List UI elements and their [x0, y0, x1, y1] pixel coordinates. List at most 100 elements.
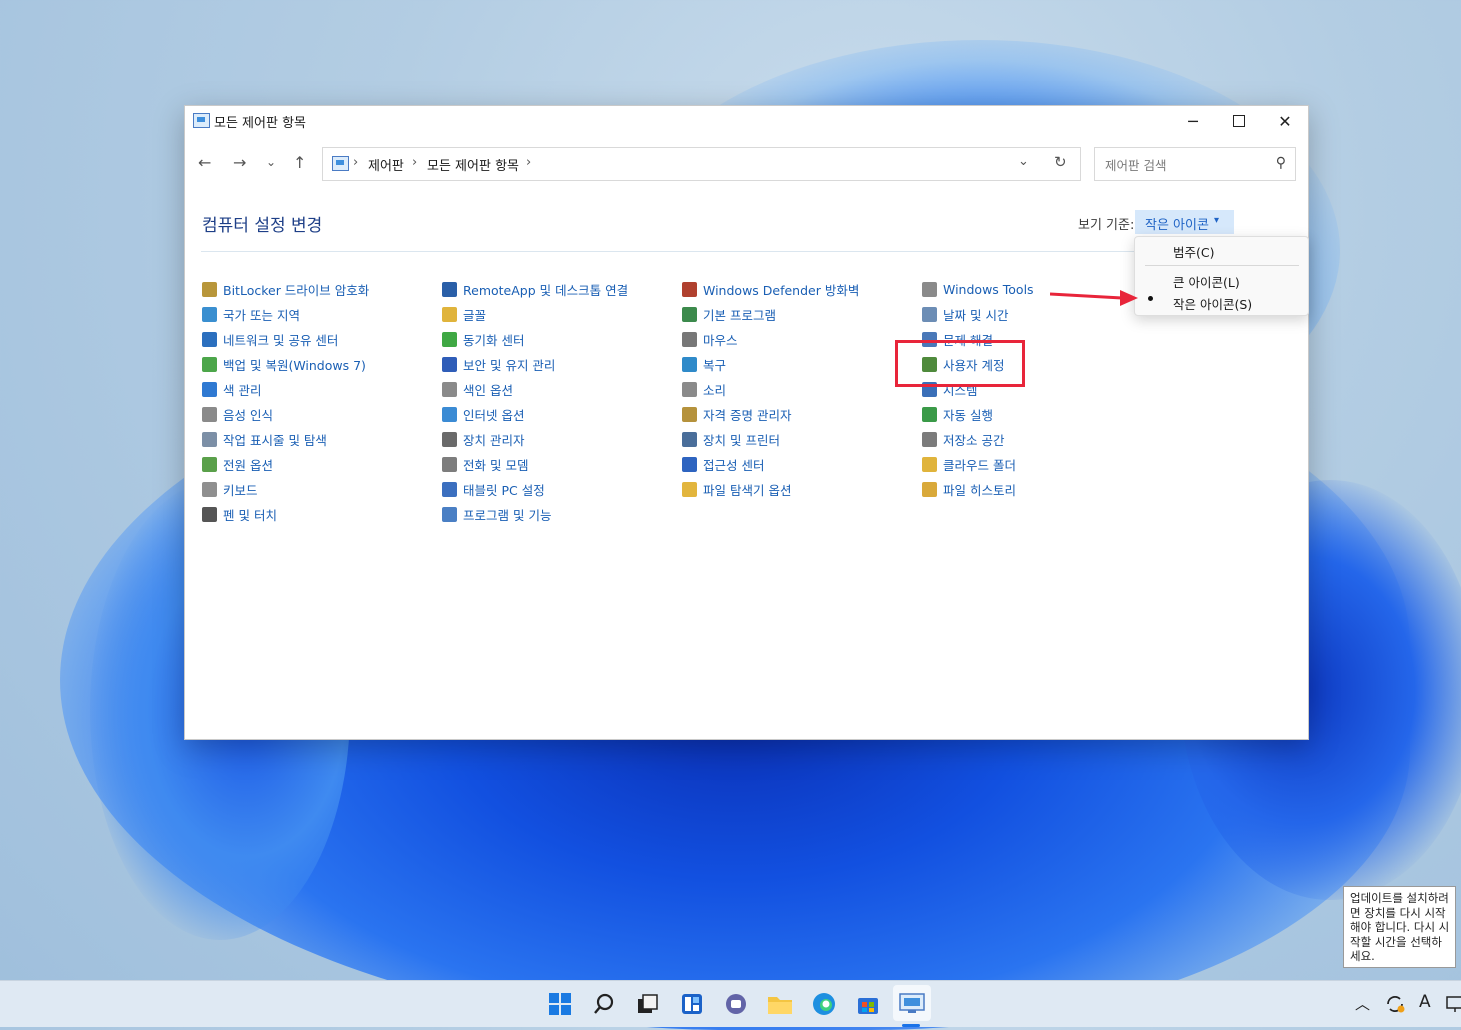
address-dropdown-icon[interactable]: ⌄ [1018, 154, 1029, 169]
widgets-icon [682, 994, 702, 1014]
control-panel-item[interactable]: 접근성 센터 [682, 454, 764, 474]
control-panel-item-label: 작업 표시줄 및 탐색 [223, 432, 327, 448]
menu-item-category[interactable]: 범주(C) [1173, 242, 1214, 261]
keyboard-icon [202, 481, 217, 497]
chevron-down-icon: ▾ [1214, 215, 1220, 226]
breadcrumb-all-items[interactable]: 모든 제어판 항목 [427, 155, 519, 174]
control-panel-item-label: 네트워크 및 공유 센터 [223, 332, 339, 348]
control-panel-item[interactable]: 저장소 공간 [922, 429, 1004, 449]
control-panel-item[interactable]: 네트워크 및 공유 센터 [202, 329, 338, 349]
teams-chat-button[interactable] [722, 990, 750, 1018]
start-button[interactable] [546, 990, 574, 1018]
tray-overflow-button[interactable]: ︿ [1355, 993, 1370, 1014]
file-explorer-button[interactable] [766, 990, 794, 1018]
minimize-button[interactable]: ─ [1170, 106, 1216, 136]
tablet-icon [442, 481, 457, 497]
control-panel-item[interactable]: BitLocker 드라이브 암호화 [202, 279, 369, 299]
up-button[interactable]: ↑ [293, 153, 306, 172]
control-panel-item[interactable]: 자격 증명 관리자 [682, 404, 791, 424]
control-panel-item[interactable]: 작업 표시줄 및 탐색 [202, 429, 327, 449]
input-indicator[interactable]: A [1419, 992, 1431, 1012]
control-panel-item-label: 펜 및 터치 [223, 507, 277, 523]
control-panel-item[interactable]: 기본 프로그램 [682, 304, 776, 324]
breadcrumb-control-panel[interactable]: 제어판 [368, 155, 404, 174]
control-panel-item[interactable]: 키보드 [202, 479, 258, 499]
control-panel-item-label: 장치 관리자 [463, 432, 525, 448]
header-divider [201, 251, 1291, 252]
control-panel-item[interactable]: 음성 인식 [202, 404, 273, 424]
display-tray-button[interactable] [1446, 994, 1461, 1014]
search-icon[interactable]: ⚲ [1276, 155, 1286, 171]
tools-icon [922, 281, 937, 297]
store-button[interactable] [854, 990, 882, 1018]
search-taskbar-button[interactable] [590, 990, 618, 1018]
control-panel-item[interactable]: 클라우드 폴더 [922, 454, 1016, 474]
remoteapp-icon [442, 281, 457, 297]
recent-locations-button[interactable]: ⌄ [266, 155, 276, 169]
close-button[interactable]: ✕ [1262, 106, 1308, 136]
title-bar[interactable]: 모든 제어판 항목 ─ ✕ [185, 106, 1308, 136]
control-panel-item[interactable]: Windows Tools [922, 279, 1034, 299]
control-panel-item-label: 음성 인식 [223, 407, 273, 423]
taskbar-icon [202, 431, 217, 447]
tooltip-text: 업데이트를 설치하려면 장치를 다시 시작해야 합니다. 다시 시작할 시간을 … [1350, 891, 1450, 963]
update-restart-icon [1387, 996, 1405, 1013]
speaker-icon [682, 381, 697, 397]
search-box[interactable]: 제어판 검색 ⚲ [1094, 147, 1296, 181]
control-panel-item[interactable]: 마우스 [682, 329, 738, 349]
maximize-icon [1233, 115, 1245, 127]
control-panel-item[interactable]: Windows Defender 방화벽 [682, 279, 859, 299]
control-panel-item[interactable]: 복구 [682, 354, 726, 374]
control-panel-item[interactable]: 펜 및 터치 [202, 504, 277, 524]
update-restart-button[interactable] [1383, 992, 1407, 1016]
widgets-button[interactable] [678, 990, 706, 1018]
control-panel-item-label: RemoteApp 및 데스크톱 연결 [463, 282, 629, 298]
control-panel-item[interactable]: 보안 및 유지 관리 [442, 354, 555, 374]
control-panel-item[interactable]: 글꼴 [442, 304, 486, 324]
control-panel-item[interactable]: 전원 옵션 [202, 454, 273, 474]
pen-icon [202, 506, 217, 522]
control-panel-item[interactable]: 전화 및 모뎀 [442, 454, 528, 474]
back-button[interactable]: ← [198, 153, 211, 172]
forward-button[interactable]: → [233, 153, 246, 172]
view-by-dropdown[interactable]: 작은 아이콘 ▾ [1135, 210, 1234, 234]
autoplay-icon [922, 406, 937, 422]
control-panel-item[interactable]: 태블릿 PC 설정 [442, 479, 545, 499]
control-panel-item[interactable]: 장치 관리자 [442, 429, 524, 449]
control-panel-item[interactable]: 색 관리 [202, 379, 261, 399]
menu-item-small-icons[interactable]: 작은 아이콘(S) [1173, 294, 1252, 313]
mouse-icon [682, 331, 697, 347]
control-panel-item[interactable]: 국가 또는 지역 [202, 304, 300, 324]
window-title: 모든 제어판 항목 [214, 116, 306, 131]
control-panel-item[interactable]: 파일 히스토리 [922, 479, 1016, 499]
control-panel-item-label: 동기화 센터 [463, 332, 525, 348]
control-panel-item-label: Windows Defender 방화벽 [703, 282, 860, 298]
control-panel-item-label: 장치 및 프린터 [703, 432, 780, 448]
menu-item-large-icons[interactable]: 큰 아이콘(L) [1173, 272, 1240, 291]
control-panel-item[interactable]: 백업 및 복원(Windows 7) [202, 354, 366, 374]
edge-button[interactable] [810, 990, 838, 1018]
refresh-icon[interactable]: ↻ [1054, 153, 1067, 171]
address-bar[interactable]: › 제어판 › 모든 제어판 항목 › ⌄ ↻ [322, 147, 1081, 181]
internet-icon [442, 406, 457, 422]
power-icon [202, 456, 217, 472]
control-panel-item[interactable]: RemoteApp 및 데스크톱 연결 [442, 279, 628, 299]
control-panel-taskbar-button[interactable] [893, 985, 931, 1021]
control-panel-item[interactable]: 프로그램 및 기능 [442, 504, 551, 524]
control-panel-item[interactable]: 색인 옵션 [442, 379, 513, 399]
control-panel-item-label: 소리 [703, 382, 727, 398]
firewall-icon [682, 281, 697, 297]
control-panel-item[interactable]: 소리 [682, 379, 726, 399]
maximize-button[interactable] [1216, 106, 1262, 136]
control-panel-item[interactable]: 파일 탐색기 옵션 [682, 479, 791, 499]
control-panel-item[interactable]: 인터넷 옵션 [442, 404, 524, 424]
control-panel-item[interactable]: 자동 실행 [922, 404, 993, 424]
control-panel-item[interactable]: 날짜 및 시간 [922, 304, 1008, 324]
control-panel-item[interactable]: 동기화 센터 [442, 329, 524, 349]
indexing-icon [442, 381, 457, 397]
cloud-folder-icon [922, 456, 937, 472]
task-view-button[interactable] [634, 990, 662, 1018]
control-panel-item[interactable]: 장치 및 프린터 [682, 429, 780, 449]
control-panel-item-label: 복구 [703, 357, 727, 373]
windows-logo-icon [549, 993, 571, 1015]
